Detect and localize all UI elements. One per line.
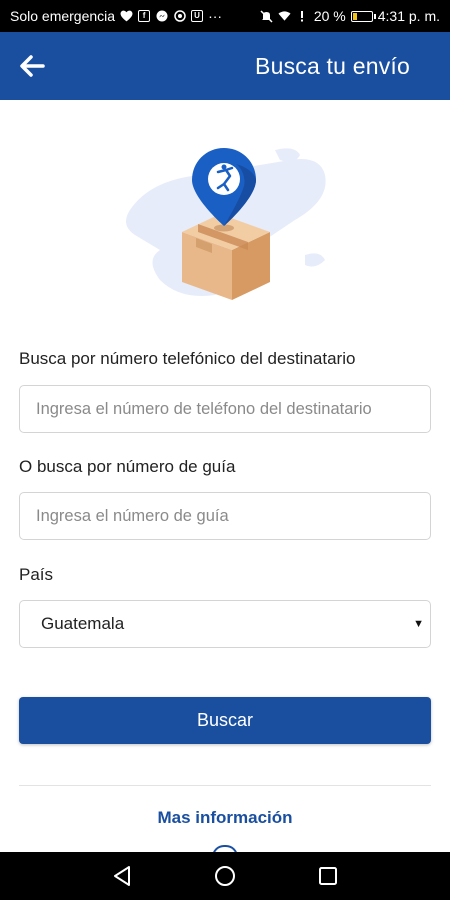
page-title: Busca tu envío <box>255 52 410 79</box>
nav-back-button[interactable] <box>102 856 142 896</box>
recents-square-icon <box>319 867 338 885</box>
mute-icon <box>260 9 273 23</box>
divider <box>19 785 431 786</box>
phone-input[interactable] <box>19 385 431 433</box>
country-label: País <box>19 565 54 584</box>
phone-label: Busca por número telefónico del destinat… <box>19 349 356 368</box>
country-select[interactable]: Guatemala ▼ <box>19 600 431 648</box>
country-selected-value: Guatemala <box>41 614 125 633</box>
status-left: Solo emergencia f U ··· <box>10 8 222 24</box>
status-time: 4:31 p. m. <box>377 8 440 24</box>
heart-icon <box>120 10 133 23</box>
battery-icon <box>350 10 376 22</box>
back-triangle-icon <box>113 866 130 886</box>
whatsapp-icon <box>173 10 186 23</box>
guide-number-input[interactable] <box>19 492 431 540</box>
system-nav-bar <box>0 852 450 900</box>
guide-label: O busca por número de guía <box>19 457 236 476</box>
app-u-icon: U <box>191 10 204 22</box>
alert-icon <box>296 10 309 23</box>
battery-percent: 20 % <box>313 8 346 24</box>
more-dots-icon: ··· <box>208 8 223 24</box>
more-info-link[interactable]: Mas información <box>0 808 450 828</box>
back-button[interactable] <box>18 52 46 80</box>
box-with-location-pin-illustration <box>126 148 326 300</box>
status-right: 20 % 4:31 p. m. <box>260 8 440 24</box>
home-circle-icon <box>214 866 235 886</box>
nav-home-button[interactable] <box>205 856 245 896</box>
nav-recents-button[interactable] <box>308 856 348 896</box>
messenger-icon <box>155 10 168 23</box>
caret-down-icon: ▼ <box>413 618 424 630</box>
carrier-text: Solo emergencia <box>10 8 116 24</box>
app-bar: Busca tu envío <box>0 32 450 100</box>
search-button[interactable]: Buscar <box>19 697 431 744</box>
wifi-icon <box>278 10 291 23</box>
status-bar: Solo emergencia f U ··· 20 % 4:31 p. m. <box>0 0 450 32</box>
arrow-left-icon <box>20 55 45 77</box>
facebook-icon: f <box>138 10 151 22</box>
